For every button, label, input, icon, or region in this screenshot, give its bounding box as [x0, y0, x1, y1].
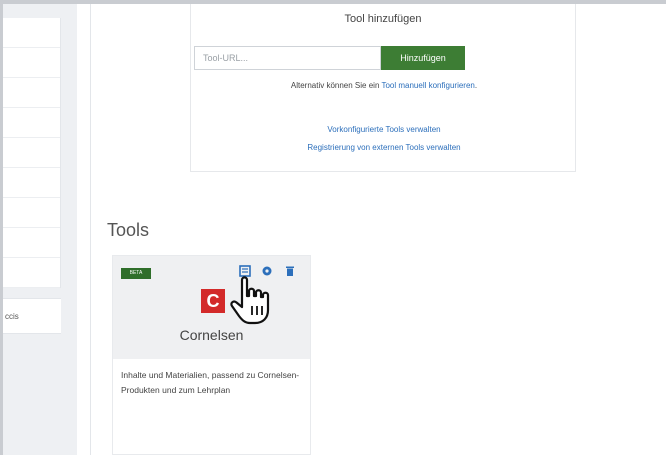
- add-tool-title: Tool hinzufügen: [344, 13, 422, 25]
- tools-heading: Tools: [107, 220, 150, 240]
- sidebar-item[interactable]: [3, 198, 60, 228]
- tool-url-input[interactable]: [194, 46, 381, 70]
- tool-description: Inhalte und Materialien, passend zu Corn…: [121, 370, 300, 395]
- sidebar-item[interactable]: [3, 258, 60, 288]
- trash-icon[interactable]: [284, 265, 296, 277]
- sidebar-item[interactable]: [3, 138, 60, 168]
- sidebar-footer-item[interactable]: ccis: [3, 298, 61, 334]
- cornelsen-logo: C: [201, 289, 225, 313]
- tool-name: Cornelsen: [179, 327, 244, 343]
- add-tool-button[interactable]: Hinzufügen: [381, 46, 465, 70]
- sidebar-item[interactable]: [3, 78, 60, 108]
- manage-registration-link[interactable]: Registrierung von externen Tools verwalt…: [307, 143, 460, 152]
- tool-card[interactable]: BETA C Cornelsen Inhalte und Materialien…: [112, 255, 311, 455]
- alternative-prefix: Alternativ können Sie ein: [290, 81, 382, 90]
- alternative-suffix: .: [474, 81, 478, 90]
- tool-card-header: BETA C Cornelsen: [113, 256, 310, 359]
- sidebar: ccis: [3, 4, 77, 455]
- manual-config-link[interactable]: Tool manuell konfigurieren: [381, 81, 474, 90]
- sidebar-footer-label: ccis: [5, 311, 19, 321]
- sidebar-item[interactable]: [3, 48, 60, 78]
- manage-preconfigured-link[interactable]: Vorkonfigurierte Tools verwalten: [327, 125, 440, 134]
- beta-badge: BETA: [121, 268, 151, 279]
- sidebar-item[interactable]: [3, 168, 60, 198]
- sidebar-item[interactable]: [3, 18, 60, 48]
- sidebar-menu: [3, 18, 61, 288]
- add-tool-panel: Tool hinzufügen Hinzufügen Alternativ kö…: [190, 4, 576, 172]
- content-divider: [90, 4, 91, 455]
- sidebar-item[interactable]: [3, 108, 60, 138]
- hand-pointer-icon: [230, 276, 270, 325]
- sidebar-item[interactable]: [3, 228, 60, 258]
- alternative-text: Alternativ können Sie ein Tool manuell k…: [191, 81, 577, 90]
